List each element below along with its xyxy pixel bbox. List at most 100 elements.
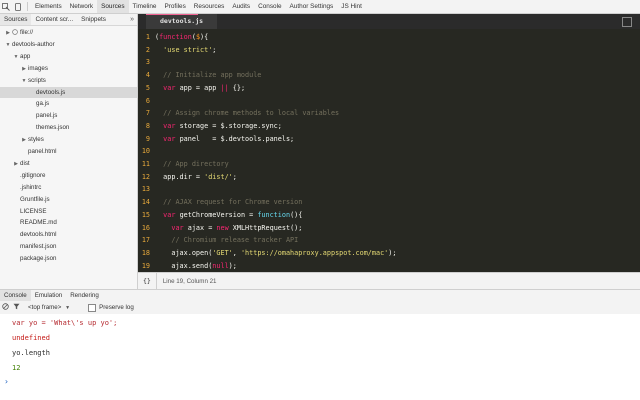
tree-item-label: dist: [20, 159, 30, 167]
line-number[interactable]: 6: [138, 95, 150, 107]
pretty-print-button[interactable]: {}: [138, 273, 157, 289]
code-text: var ajax = new XMLHttpRequest();: [155, 222, 302, 234]
tab-audits[interactable]: Audits: [228, 0, 254, 13]
line-number[interactable]: 13: [138, 183, 150, 195]
clear-console-icon[interactable]: [0, 303, 11, 312]
tab-emulation[interactable]: Emulation: [31, 290, 67, 301]
code-token: 'dist/': [204, 172, 233, 181]
filter-icon[interactable]: [11, 303, 22, 312]
code-text: (function($){: [155, 31, 208, 43]
navigator-tabs: Sources Content scr... Snippets »: [0, 14, 137, 26]
line-number[interactable]: 11: [138, 158, 150, 170]
preserve-log-label: Preserve log: [99, 304, 134, 311]
tree-item[interactable]: package.json: [0, 253, 137, 264]
tab-content-scripts[interactable]: Content scr...: [31, 14, 77, 25]
tab-sources[interactable]: Sources: [0, 14, 32, 25]
disclosure-triangle-icon[interactable]: ▼: [4, 40, 12, 51]
line-number[interactable]: 16: [138, 222, 150, 234]
code-token: {};: [228, 83, 246, 92]
tree-item[interactable]: themes.json: [0, 122, 137, 133]
code-token: var: [155, 83, 180, 92]
line-number[interactable]: 10: [138, 145, 150, 157]
console-prompt-icon: ›: [4, 377, 9, 386]
code-text: var panel = $.devtools.panels;: [155, 133, 294, 145]
tree-item[interactable]: ▶ dist: [0, 158, 137, 169]
inspect-icon[interactable]: [0, 0, 12, 13]
code-line: 10: [138, 145, 640, 157]
tree-item[interactable]: ▶ images: [0, 63, 137, 74]
tab-snippets[interactable]: Snippets: [77, 14, 110, 25]
tree-item[interactable]: manifest.json: [0, 241, 137, 252]
line-number[interactable]: 15: [138, 209, 150, 221]
line-number[interactable]: 3: [138, 56, 150, 68]
disclosure-triangle-icon[interactable]: ▼: [12, 52, 20, 63]
tab-network[interactable]: Network: [66, 0, 97, 13]
more-tabs-icon[interactable]: »: [130, 16, 137, 23]
code-token: null: [212, 261, 229, 270]
tree-item[interactable]: ▼ app: [0, 51, 137, 62]
line-number[interactable]: 2: [138, 44, 150, 56]
tree-item[interactable]: .gitignore: [0, 170, 137, 181]
tree-item-label: manifest.json: [20, 243, 57, 251]
line-number[interactable]: 14: [138, 196, 150, 208]
line-number[interactable]: 4: [138, 69, 150, 81]
disclosure-triangle-icon[interactable]: ▶: [20, 135, 28, 146]
tree-item[interactable]: panel.js: [0, 110, 137, 121]
tree-item[interactable]: panel.html: [0, 146, 137, 157]
code-editor[interactable]: 1 (function($){2 'use strict'; 3 4 // Initi…: [138, 29, 640, 272]
editor-file-tab[interactable]: devtools.js: [146, 14, 218, 29]
line-number[interactable]: 12: [138, 171, 150, 183]
code-token: // Initialize app module: [155, 71, 262, 80]
disclosure-triangle-icon[interactable]: ▶: [12, 159, 20, 170]
tab-resources[interactable]: Resources: [190, 0, 229, 13]
tree-item-label: devtools-author: [12, 40, 55, 48]
tree-item[interactable]: ▶ styles: [0, 134, 137, 145]
line-number[interactable]: 5: [138, 82, 150, 94]
tab-js-hint[interactable]: JS Hint: [337, 0, 366, 13]
tree-item[interactable]: ga.js: [0, 98, 137, 109]
tree-item[interactable]: devtools.js: [0, 86, 137, 98]
line-number[interactable]: 17: [138, 234, 150, 246]
code-token: // App directory: [155, 160, 229, 168]
tree-item[interactable]: Gruntfile.js: [0, 194, 137, 205]
sources-navigator: Sources Content scr... Snippets » ▶ file:…: [0, 14, 138, 289]
tree-item[interactable]: LICENSE: [0, 206, 137, 217]
disclosure-triangle-icon[interactable]: ▼: [20, 76, 28, 87]
code-token: getChromeVersion =: [179, 210, 258, 219]
tab-console[interactable]: Console: [0, 290, 31, 301]
toolbar-divider: [27, 2, 28, 11]
frame-selector[interactable]: <top frame> ▼: [28, 304, 70, 311]
code-token: panel = $.devtools.panels;: [179, 134, 295, 143]
tree-item[interactable]: ▼ devtools-author: [0, 39, 137, 50]
tree-item[interactable]: README.md: [0, 217, 137, 228]
toggle-debugger-icon[interactable]: [622, 17, 632, 27]
tab-timeline[interactable]: Timeline: [129, 0, 161, 13]
line-number[interactable]: 1: [138, 31, 150, 43]
device-mode-icon[interactable]: [12, 0, 24, 13]
line-number[interactable]: 8: [138, 120, 150, 132]
tree-item[interactable]: ▶ file://: [0, 27, 137, 38]
preserve-log-checkbox[interactable]: [88, 303, 97, 312]
tree-item[interactable]: ▼ scripts: [0, 75, 137, 86]
line-number[interactable]: 19: [138, 260, 150, 272]
editor-tab-bar: devtools.js: [138, 14, 640, 29]
line-number[interactable]: 7: [138, 107, 150, 119]
tree-item-label: panel.html: [28, 148, 57, 155]
tree-item[interactable]: .jshintrc: [0, 182, 137, 193]
tab-sources[interactable]: Sources: [97, 0, 129, 13]
line-number[interactable]: 9: [138, 133, 150, 145]
code-token: ,: [232, 248, 241, 257]
tab-elements[interactable]: Elements: [31, 0, 66, 13]
code-token: // Chromium release tracker API: [155, 236, 299, 245]
code-token: 'https://omahaproxy.appspot.com/mac': [240, 248, 389, 257]
tab-author-settings[interactable]: Author Settings: [286, 0, 338, 13]
disclosure-triangle-icon[interactable]: ▶: [4, 28, 12, 39]
tab-console[interactable]: Console: [254, 0, 285, 13]
tab-profiles[interactable]: Profiles: [160, 0, 189, 13]
console-output[interactable]: › var yo = 'What\'s up yo'; undefined yo.l…: [0, 314, 640, 400]
tab-rendering[interactable]: Rendering: [66, 290, 103, 301]
disclosure-triangle-icon[interactable]: ▶: [20, 64, 28, 75]
line-number[interactable]: 18: [138, 247, 150, 259]
code-token: ||: [220, 83, 229, 92]
tree-item[interactable]: devtools.html: [0, 229, 137, 240]
